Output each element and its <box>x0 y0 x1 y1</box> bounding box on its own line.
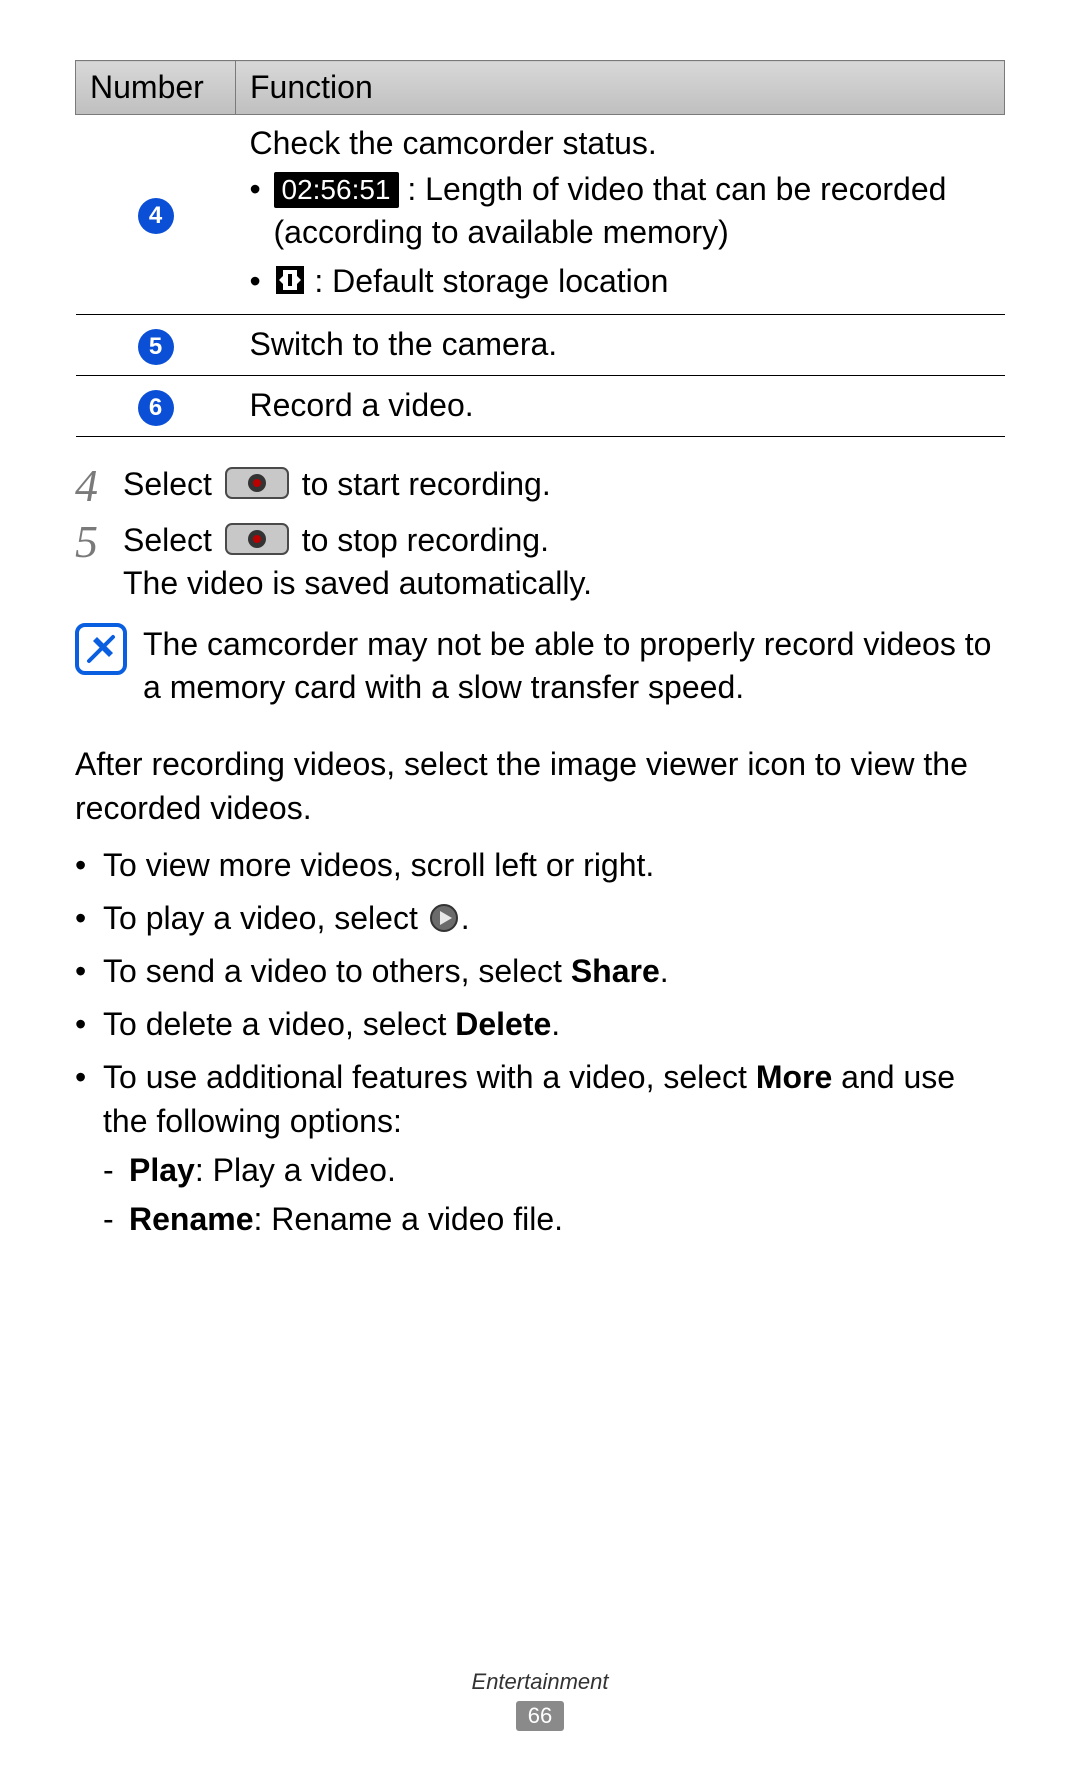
step-body: Select to start recording. <box>123 463 1005 509</box>
play-option-label: Play <box>129 1152 195 1188</box>
row-function-cell: Record a video. <box>236 375 1005 436</box>
list-item: To view more videos, scroll left or righ… <box>75 844 1005 887</box>
rename-option-label: Rename <box>129 1201 254 1237</box>
function-title: Check the camcorder status. <box>250 125 991 162</box>
step-item: 4 Select to start recording. <box>75 463 1005 509</box>
step-number: 5 <box>75 519 109 605</box>
sub-text: : Rename a video file. <box>254 1201 564 1237</box>
tips-list: To view more videos, scroll left or righ… <box>75 844 1005 1242</box>
table-row: 4 Check the camcorder status. 02:56:51 :… <box>76 115 1005 315</box>
storage-icon <box>274 264 306 296</box>
list-item: To delete a video, select Delete. <box>75 1003 1005 1046</box>
circled-number-icon: 4 <box>138 198 174 234</box>
list-item: To send a video to others, select Share. <box>75 950 1005 993</box>
page-footer: Entertainment 66 <box>0 1669 1080 1731</box>
note-text: The camcorder may not be able to properl… <box>143 623 1005 709</box>
function-subitem: 02:56:51 : Length of video that can be r… <box>250 168 991 254</box>
list-item: To use additional features with a video,… <box>75 1056 1005 1241</box>
sub-list-item: Play: Play a video. <box>103 1149 1005 1192</box>
note-icon <box>75 623 127 675</box>
play-icon <box>429 903 459 933</box>
table-row: 5 Switch to the camera. <box>76 314 1005 375</box>
step-text: Select <box>123 522 221 558</box>
page-number: 66 <box>516 1701 564 1731</box>
row-number-cell: 6 <box>76 375 236 436</box>
time-badge-icon: 02:56:51 <box>274 172 399 208</box>
step-number: 4 <box>75 463 109 509</box>
step-text: Select <box>123 466 221 502</box>
record-button-icon <box>225 467 289 499</box>
after-recording-paragraph: After recording videos, select the image… <box>75 743 1005 829</box>
footer-category: Entertainment <box>0 1669 1080 1695</box>
record-button-icon <box>225 523 289 555</box>
share-label: Share <box>571 953 660 989</box>
function-sublist: 02:56:51 : Length of video that can be r… <box>250 168 991 304</box>
list-item: To play a video, select . <box>75 897 1005 940</box>
list-text: To use additional features with a video,… <box>103 1059 756 1095</box>
row-function-cell: Switch to the camera. <box>236 314 1005 375</box>
list-text: To delete a video, select <box>103 1006 455 1042</box>
header-function: Function <box>236 61 1005 115</box>
step-text: to start recording. <box>302 466 551 502</box>
storage-desc: : Default storage location <box>306 263 669 299</box>
table-row: 6 Record a video. <box>76 375 1005 436</box>
step-extra-text: The video is saved automatically. <box>123 562 1005 605</box>
list-text: To send a video to others, select <box>103 953 571 989</box>
step-body: Select to stop recording. The video is s… <box>123 519 1005 605</box>
row-function-cell: Check the camcorder status. 02:56:51 : L… <box>236 115 1005 315</box>
delete-label: Delete <box>455 1006 551 1042</box>
circled-number-icon: 5 <box>138 329 174 365</box>
more-options-list: Play: Play a video. Rename: Rename a vid… <box>103 1149 1005 1241</box>
function-subitem: : Default storage location <box>250 260 991 303</box>
steps-list: 4 Select to start recording. 5 Select <box>75 463 1005 605</box>
list-text: . <box>551 1006 560 1042</box>
row-number-cell: 5 <box>76 314 236 375</box>
circled-number-icon: 6 <box>138 390 174 426</box>
row-number-cell: 4 <box>76 115 236 315</box>
list-text: . <box>660 953 669 989</box>
note-callout: The camcorder may not be able to properl… <box>75 623 1005 709</box>
step-text: to stop recording. <box>302 522 549 558</box>
manual-page: Number Function 4 Check the camcorder st… <box>0 0 1080 1771</box>
list-text: . <box>461 900 470 936</box>
sub-text: : Play a video. <box>195 1152 396 1188</box>
more-label: More <box>756 1059 832 1095</box>
function-table: Number Function 4 Check the camcorder st… <box>75 60 1005 437</box>
sub-list-item: Rename: Rename a video file. <box>103 1198 1005 1241</box>
table-header-row: Number Function <box>76 61 1005 115</box>
list-text: To play a video, select <box>103 900 427 936</box>
header-number: Number <box>76 61 236 115</box>
step-item: 5 Select to stop recording. The video is… <box>75 519 1005 605</box>
